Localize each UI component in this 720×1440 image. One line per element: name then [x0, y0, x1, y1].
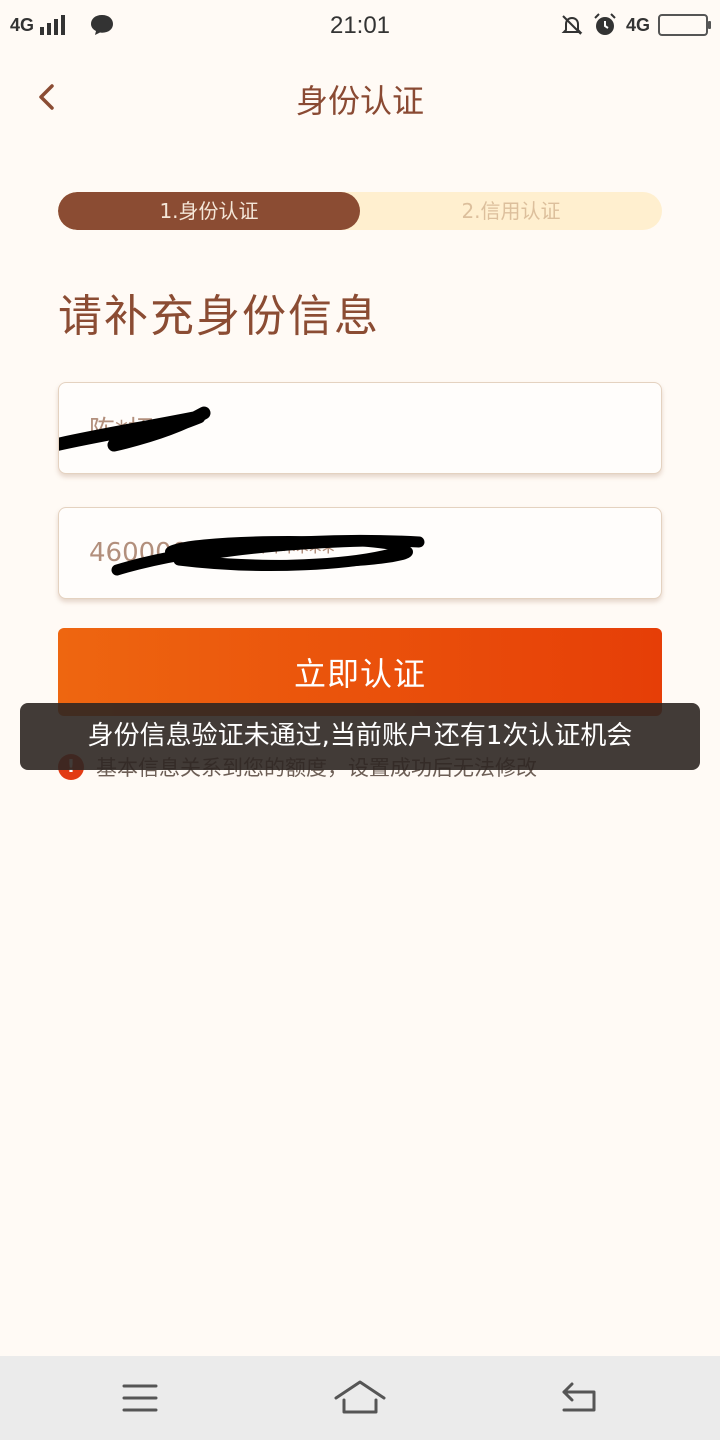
notification-muted-icon	[561, 15, 583, 35]
back-icon	[562, 1382, 596, 1412]
progress-steps: 1.身份认证 2.信用认证	[58, 192, 662, 230]
step-credit: 2.信用认证	[461, 199, 561, 223]
battery-icon	[658, 14, 711, 36]
menu-icon	[122, 1384, 158, 1412]
page-title: 身份认证	[295, 82, 424, 120]
nav-back-button[interactable]	[550, 1378, 610, 1418]
system-nav-bar	[0, 1356, 720, 1440]
id-number-input[interactable]	[59, 508, 661, 598]
nav-menu-button[interactable]	[110, 1378, 170, 1418]
error-toast: 身份信息验证未通过,当前账户还有1次认证机会	[20, 703, 700, 770]
header: 身份认证	[0, 50, 720, 146]
alarm-icon	[594, 13, 616, 35]
nav-home-button[interactable]	[330, 1378, 390, 1418]
name-input[interactable]	[59, 383, 661, 473]
home-icon	[334, 1380, 386, 1414]
section-title: 请补充身份信息	[58, 291, 380, 342]
status-right: 4G	[560, 11, 711, 39]
step-identity: 1.身份认证	[58, 192, 360, 230]
name-field[interactable]	[58, 382, 662, 474]
network-type-right: 4G	[625, 14, 650, 35]
id-number-field[interactable]	[58, 507, 662, 599]
status-bar: 4G 21:01 4G	[0, 0, 720, 50]
